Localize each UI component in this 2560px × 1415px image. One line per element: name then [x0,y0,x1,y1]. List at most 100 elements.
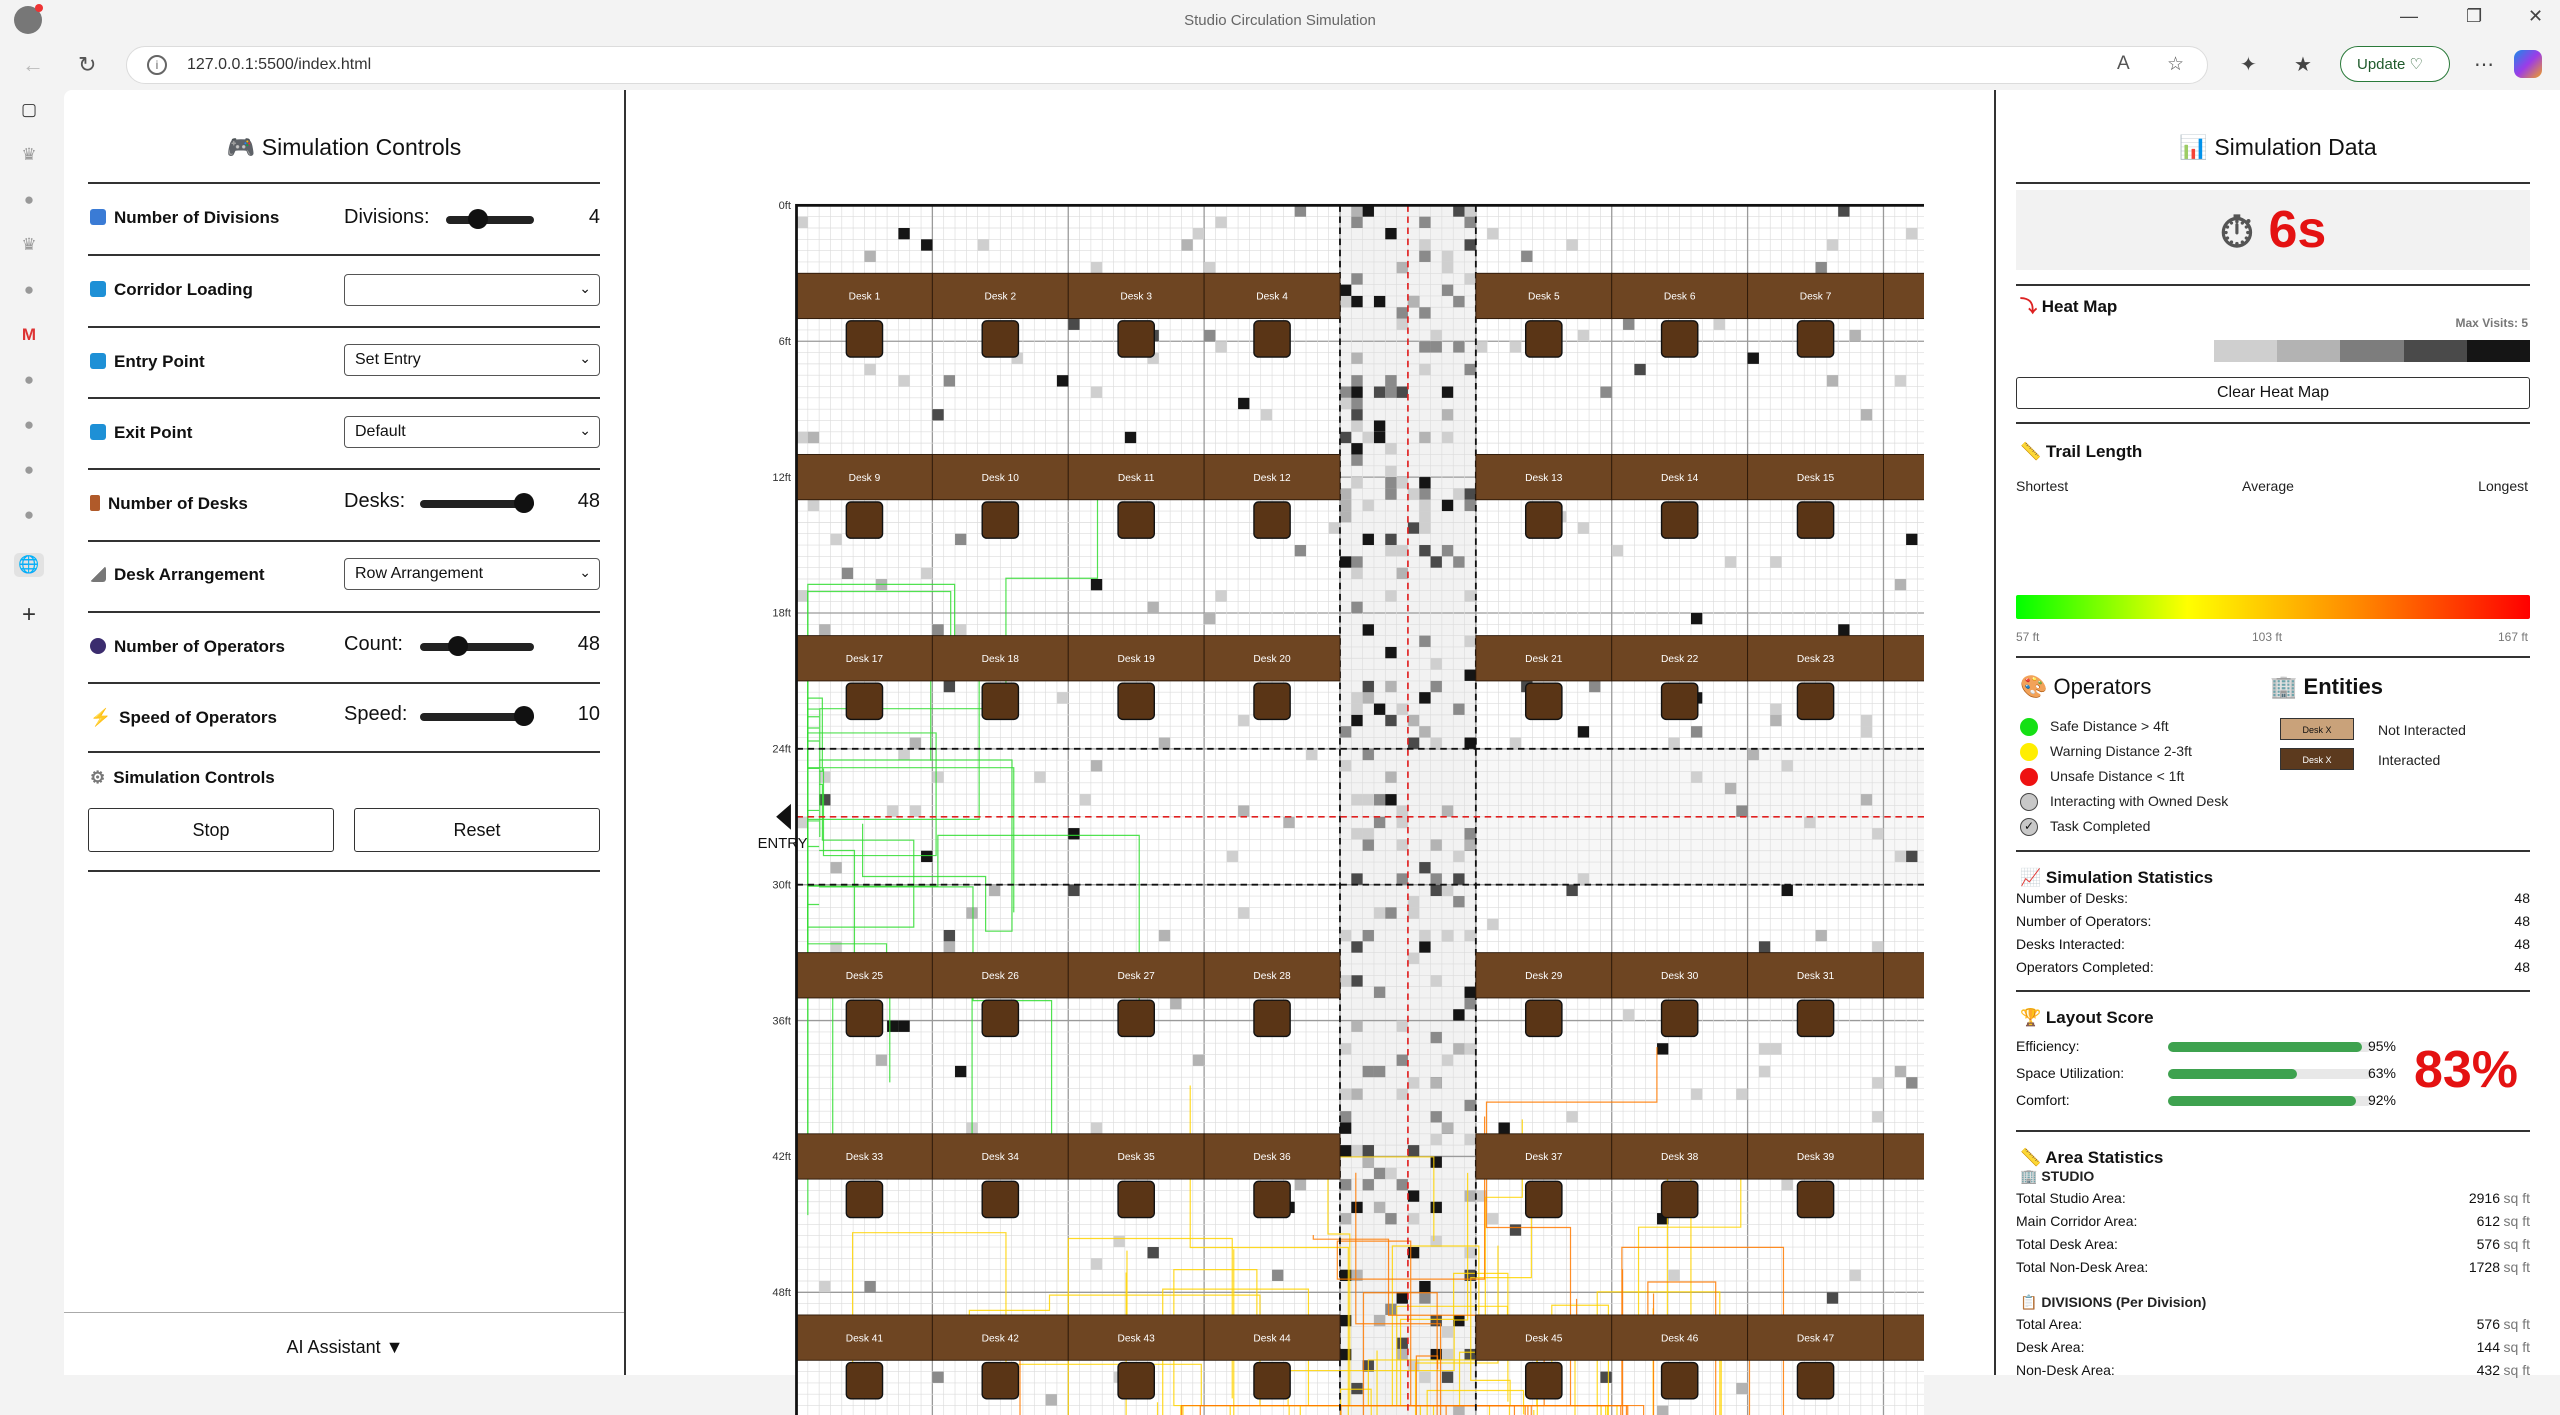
operators-slider[interactable] [420,636,534,656]
stat-row: Number of Desks: 48 [2016,890,2530,906]
app-circle-icon[interactable]: ● [17,188,41,212]
reset-button[interactable]: Reset [354,808,600,852]
desk-chair [1253,682,1291,721]
heatmap-cell [1770,714,1782,727]
divisions-slider[interactable] [446,209,534,229]
heatmap-cell [1351,205,1363,217]
heatmap-cell [1385,545,1397,557]
heatmap-cell [864,250,876,262]
crown-icon[interactable]: ♛ [17,233,41,257]
desk-chair [1117,501,1155,539]
heatmap-cell [1894,850,1907,863]
heatmap-cell [1487,227,1499,240]
area-unit: sq ft [2503,1236,2530,1252]
heatmap-cell [1419,522,1431,534]
heat-scale [2214,340,2531,362]
heatmap-cell [1441,545,1454,557]
heatmap-cell [1906,1077,1918,1089]
area-value: 432 [2476,1362,2500,1378]
heatmap-cell [1339,760,1352,772]
heatmap-cell [875,1054,888,1066]
chevron-down-icon: ⌄ [579,280,591,296]
heatmap-cell [1396,839,1408,851]
heatmap-cell [1509,737,1522,749]
maximize-icon[interactable]: ❐ [2466,6,2482,27]
area-label: Main Corridor Area: [2016,1213,2138,1229]
operators-slider-thumb[interactable] [448,636,469,656]
app-circle-icon[interactable]: ● [17,368,41,392]
heatmap-cell [1441,284,1454,296]
heatmap-cell [1407,1247,1420,1259]
app-circle-icon[interactable]: ● [17,503,41,527]
heatmap-cell [1090,261,1103,274]
crown-icon[interactable]: ♛ [17,143,41,167]
favorites-icon[interactable]: ★ [2294,52,2312,77]
area-row: Total Studio Area: 2916 sq ft [2016,1190,2530,1206]
desk-chair [1253,320,1291,358]
stop-button[interactable]: Stop [88,808,334,852]
speed-slider-thumb[interactable] [514,706,534,726]
divisions-heading: 📋 DIVISIONS (Per Division) [2020,1294,2207,1310]
exit-select[interactable]: Default ⌄ [344,416,600,448]
desk-label: Desk 17 [846,654,884,665]
heatmap-cell [1464,930,1476,942]
layout-score: 83% [2413,1041,2519,1099]
tab-actions-icon[interactable]: ▢ [17,98,41,122]
heatmap-cell [1487,1213,1499,1225]
heatmap-cell [1068,884,1080,897]
y-tick-label: 24ft [772,744,791,756]
app-circle-icon[interactable]: ● [17,413,41,437]
divider [2016,1130,2530,1132]
heatmap-cell [1238,805,1250,817]
area-label: Total Studio Area: [2016,1190,2126,1206]
trail-gradient [2016,595,2530,619]
desks-slider[interactable] [420,493,534,513]
speed-slider[interactable] [420,706,534,726]
stat-row: Number of Operators: 48 [2016,913,2530,929]
refresh-icon[interactable]: ↻ [78,52,96,78]
heatmap-cell [1600,1371,1612,1383]
y-tick-label: 6ft [779,336,791,348]
copilot-icon[interactable] [2514,50,2542,78]
clear-heatmap-button[interactable]: Clear Heat Map [2016,377,2530,409]
read-aloud-icon[interactable]: A [2117,53,2130,75]
extensions-icon[interactable]: ✦ [2240,52,2257,77]
area-value: 144 [2476,1339,2500,1355]
desk-chair [1660,1180,1699,1219]
entry-select[interactable]: Set Entry ⌄ [344,344,600,376]
ai-assistant-toggle[interactable]: AI Assistant ▼ [64,1337,626,1358]
app-circle-icon[interactable]: ● [17,278,41,302]
entry-label: ENTRY [758,836,808,852]
add-icon[interactable]: + [17,603,41,627]
heatmap-cell [1396,386,1408,398]
app-circle-icon[interactable]: ● [17,458,41,482]
studio-floor-plan[interactable]: Desk 1 Desk 2 Desk 3 Desk 4 Desk 5 Desk 6 Desk… [704,185,1924,1415]
minimize-icon[interactable]: — [2400,6,2418,27]
heatmap-cell [1770,1043,1782,1055]
gmail-icon[interactable]: M [17,323,41,347]
arrangement-select[interactable]: Row Arrangement ⌄ [344,558,600,590]
heatmap-cell [1158,930,1171,942]
heatmap-cell [1373,1201,1386,1214]
area-row: Total Desk Area: 576 sq ft [2016,1236,2530,1252]
close-icon[interactable]: ✕ [2528,6,2543,27]
heatmap-cell [1385,794,1397,806]
globe-icon[interactable]: 🌐 [14,553,44,577]
area-row: Non-Desk Area: 432 sq ft [2016,1362,2530,1378]
heatmap-cell [1351,454,1363,466]
heatmap-cell [1781,884,1793,897]
update-button[interactable]: Update ♡ [2340,46,2450,82]
heatmap-cell [1419,1281,1431,1293]
address-bar[interactable]: i 127.0.0.1:5500/index.html A ☆ [126,46,2208,84]
back-icon[interactable]: ← [22,52,44,78]
heatmap-cell [1464,363,1476,376]
more-menu-icon[interactable]: ⋯ [2474,52,2494,77]
stat-value: 48 [2514,890,2530,906]
corridor-select[interactable]: ⌄ [344,274,600,306]
heatmap-cell [1362,533,1374,546]
desks-slider-thumb[interactable] [514,493,534,513]
site-info-icon[interactable]: i [147,55,167,75]
divisions-slider-thumb[interactable] [468,209,489,229]
favorite-star-icon[interactable]: ☆ [2167,53,2184,76]
divider [88,468,600,470]
